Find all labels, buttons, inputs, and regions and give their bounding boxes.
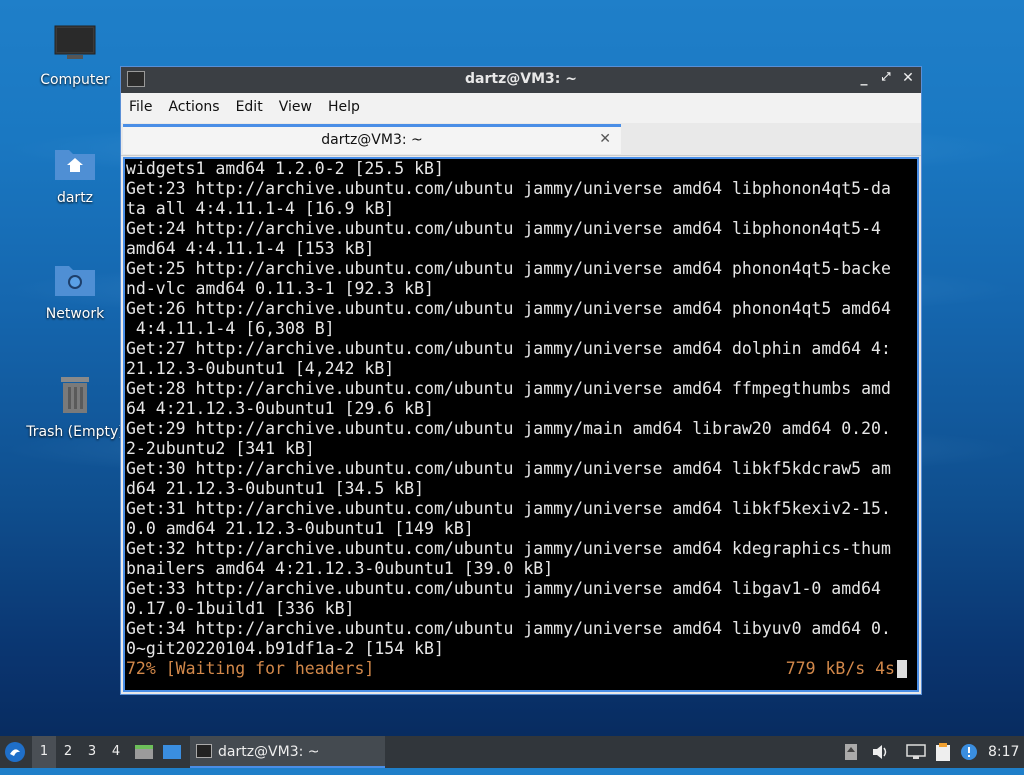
terminal-line: nd-vlc amd64 0.11.3-1 [92.3 kB] <box>126 279 434 298</box>
terminal-line: Get:31 http://archive.ubuntu.com/ubuntu … <box>126 499 891 518</box>
tab-bar: dartz@VM3: ~ ✕ <box>121 123 921 156</box>
clipboard-icon <box>936 743 950 761</box>
menu-file[interactable]: File <box>121 93 160 115</box>
terminal-line: widgets1 amd64 1.2.0-2 [25.5 kB] <box>126 159 444 178</box>
desktop-icon-computer[interactable]: Computer <box>25 24 125 88</box>
clock[interactable]: 8:17 <box>988 736 1022 768</box>
start-menu-button[interactable] <box>4 736 28 768</box>
close-icon[interactable]: ✕ <box>899 70 917 86</box>
window-title: dartz@VM3: ~ <box>465 71 577 87</box>
terminal-line: Get:33 http://archive.ubuntu.com/ubuntu … <box>126 579 881 598</box>
terminal-line: Get:30 http://archive.ubuntu.com/ubuntu … <box>126 459 891 478</box>
desktop-icon-home-folder[interactable]: dartz <box>25 142 125 206</box>
terminal-line: Get:26 http://archive.ubuntu.com/ubuntu … <box>126 299 891 318</box>
window-titlebar[interactable]: dartz@VM3: ~ _ ⤢ ✕ <box>121 67 921 93</box>
home-folder-icon <box>55 150 95 180</box>
tray-network[interactable] <box>906 736 928 768</box>
terminal-window: dartz@VM3: ~ _ ⤢ ✕ File Actions Edit View He… <box>120 66 922 695</box>
tray-notifications[interactable] <box>960 736 980 768</box>
tab-label: dartz@VM3: ~ <box>321 132 423 148</box>
terminal-line: 0.0 amd64 21.12.3-0ubuntu1 [149 kB] <box>126 519 474 538</box>
download-rate: 779 kB/s 4s <box>785 659 895 678</box>
terminal-line: 21.12.3-0ubuntu1 [4,242 kB] <box>126 359 395 378</box>
desktop-icon-trash[interactable]: Trash (Empty) <box>25 374 125 440</box>
tab-terminal[interactable]: dartz@VM3: ~ ✕ <box>123 124 621 154</box>
taskbar-task-terminal[interactable]: dartz@VM3: ~ <box>190 736 385 768</box>
file-manager-launcher[interactable] <box>134 736 156 768</box>
terminal-line: ta all 4:4.11.1-4 [16.9 kB] <box>126 199 395 218</box>
terminal-line: 0.17.0-1build1 [336 kB] <box>126 599 355 618</box>
terminal-line: 2-2ubuntu2 [341 kB] <box>126 439 315 458</box>
terminal-task-icon <box>196 744 212 758</box>
desktop-icon-label: dartz <box>56 190 94 206</box>
workspace-4[interactable]: 4 <box>104 736 128 768</box>
workspace-1[interactable]: 1 <box>32 736 56 768</box>
desktop-icon-label: Trash (Empty) <box>26 424 124 440</box>
terminal-line: amd64 4:4.11.1-4 [153 kB] <box>126 239 375 258</box>
lubuntu-logo-icon <box>5 742 25 762</box>
desktop-icon-label: Network <box>45 306 105 322</box>
progress-status: 72% [Waiting for headers] <box>126 659 375 678</box>
terminal-line: 64 4:21.12.3-0ubuntu1 [29.6 kB] <box>126 399 434 418</box>
desktop-icon-label: Computer <box>40 72 110 88</box>
menu-bar: File Actions Edit View Help <box>121 93 921 123</box>
minimize-icon[interactable]: _ <box>855 70 873 86</box>
computer-icon <box>54 25 96 59</box>
desktop-icon-network[interactable]: Network <box>25 258 125 322</box>
terminal-line: Get:32 http://archive.ubuntu.com/ubuntu … <box>126 539 891 558</box>
terminal-line: d64 21.12.3-0ubuntu1 [34.5 kB] <box>126 479 425 498</box>
terminal-line: Get:27 http://archive.ubuntu.com/ubuntu … <box>126 339 891 358</box>
menu-help[interactable]: Help <box>320 93 368 115</box>
terminal-line: Get:28 http://archive.ubuntu.com/ubuntu … <box>126 379 891 398</box>
network-icon <box>906 744 926 759</box>
terminal-line: Get:34 http://archive.ubuntu.com/ubuntu … <box>126 619 891 638</box>
terminal-lines: widgets1 amd64 1.2.0-2 [25.5 kB] Get:23 h… <box>125 159 917 659</box>
volume-icon <box>873 745 887 759</box>
desktop-launcher[interactable] <box>162 736 184 768</box>
tray-clipboard[interactable] <box>934 736 954 768</box>
terminal-line: 4:4.11.1-4 [6,308 B] <box>126 319 335 338</box>
tray-updates[interactable] <box>844 736 860 768</box>
notification-icon <box>961 744 977 760</box>
update-icon <box>845 744 857 760</box>
taskbar: 1 2 3 4 dartz@VM3: ~ 8:17 <box>0 736 1024 768</box>
terminal-line: Get:25 http://archive.ubuntu.com/ubuntu … <box>126 259 891 278</box>
show-desktop-icon <box>163 745 181 759</box>
menu-actions[interactable]: Actions <box>160 93 227 115</box>
file-manager-icon <box>135 745 153 759</box>
tray-volume[interactable] <box>872 736 890 768</box>
terminal-line: Get:23 http://archive.ubuntu.com/ubuntu … <box>126 179 891 198</box>
terminal-output[interactable]: widgets1 amd64 1.2.0-2 [25.5 kB] Get:23 h… <box>123 157 919 692</box>
trash-icon <box>61 377 89 413</box>
network-folder-icon <box>55 266 95 296</box>
task-label: dartz@VM3: ~ <box>218 744 320 760</box>
menu-view[interactable]: View <box>271 93 320 115</box>
tab-close-icon[interactable]: ✕ <box>599 131 611 147</box>
terminal-line: bnailers amd64 4:21.12.3-0ubuntu1 [39.0 … <box>126 559 554 578</box>
workspace-2[interactable]: 2 <box>56 736 80 768</box>
terminal-line: Get:24 http://archive.ubuntu.com/ubuntu … <box>126 219 881 238</box>
terminal-line: Get:29 http://archive.ubuntu.com/ubuntu … <box>126 419 891 438</box>
terminal-line: 0~git20220104.b91df1a-2 [154 kB] <box>126 639 444 658</box>
terminal-cursor <box>897 660 907 678</box>
maximize-icon[interactable]: ⤢ <box>877 70 895 84</box>
menu-edit[interactable]: Edit <box>228 93 271 115</box>
workspace-3[interactable]: 3 <box>80 736 104 768</box>
